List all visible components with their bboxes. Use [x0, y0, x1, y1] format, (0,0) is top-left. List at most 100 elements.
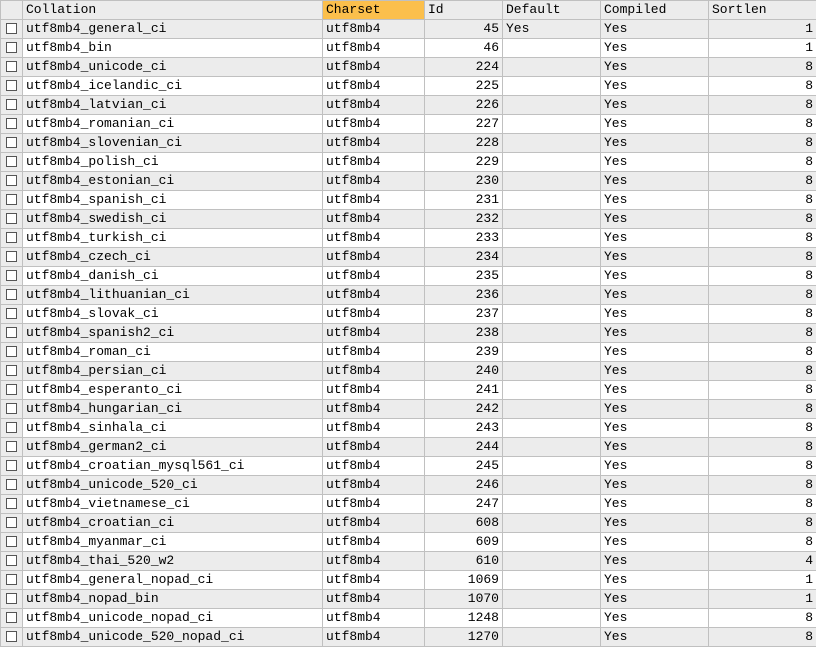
checkbox-icon[interactable]: [6, 498, 17, 509]
row-checkbox[interactable]: [1, 381, 23, 400]
checkbox-icon[interactable]: [6, 536, 17, 547]
row-checkbox[interactable]: [1, 229, 23, 248]
row-checkbox[interactable]: [1, 457, 23, 476]
checkbox-icon[interactable]: [6, 460, 17, 471]
checkbox-icon[interactable]: [6, 289, 17, 300]
header-sortlen[interactable]: Sortlen: [709, 1, 816, 20]
checkbox-icon[interactable]: [6, 308, 17, 319]
table-row[interactable]: utf8mb4_unicode_ciutf8mb4224Yes8: [1, 58, 816, 77]
header-collation[interactable]: Collation: [23, 1, 323, 20]
table-row[interactable]: utf8mb4_persian_ciutf8mb4240Yes8: [1, 362, 816, 381]
row-checkbox[interactable]: [1, 77, 23, 96]
row-checkbox[interactable]: [1, 115, 23, 134]
header-default[interactable]: Default: [503, 1, 601, 20]
checkbox-icon[interactable]: [6, 593, 17, 604]
checkbox-icon[interactable]: [6, 61, 17, 72]
table-row[interactable]: utf8mb4_german2_ciutf8mb4244Yes8: [1, 438, 816, 457]
table-row[interactable]: utf8mb4_slovak_ciutf8mb4237Yes8: [1, 305, 816, 324]
table-row[interactable]: utf8mb4_latvian_ciutf8mb4226Yes8: [1, 96, 816, 115]
table-row[interactable]: utf8mb4_slovenian_ciutf8mb4228Yes8: [1, 134, 816, 153]
table-row[interactable]: utf8mb4_roman_ciutf8mb4239Yes8: [1, 343, 816, 362]
checkbox-icon[interactable]: [6, 156, 17, 167]
row-checkbox[interactable]: [1, 438, 23, 457]
checkbox-icon[interactable]: [6, 80, 17, 91]
table-row[interactable]: utf8mb4_nopad_binutf8mb41070Yes1: [1, 590, 816, 609]
checkbox-icon[interactable]: [6, 422, 17, 433]
checkbox-icon[interactable]: [6, 441, 17, 452]
row-checkbox[interactable]: [1, 191, 23, 210]
row-checkbox[interactable]: [1, 96, 23, 115]
header-charset[interactable]: Charset: [323, 1, 425, 20]
table-row[interactable]: utf8mb4_thai_520_w2utf8mb4610Yes4: [1, 552, 816, 571]
table-row[interactable]: utf8mb4_esperanto_ciutf8mb4241Yes8: [1, 381, 816, 400]
row-checkbox[interactable]: [1, 400, 23, 419]
row-checkbox[interactable]: [1, 305, 23, 324]
row-checkbox[interactable]: [1, 267, 23, 286]
table-row[interactable]: utf8mb4_lithuanian_ciutf8mb4236Yes8: [1, 286, 816, 305]
checkbox-icon[interactable]: [6, 270, 17, 281]
checkbox-icon[interactable]: [6, 612, 17, 623]
checkbox-icon[interactable]: [6, 99, 17, 110]
header-compiled[interactable]: Compiled: [601, 1, 709, 20]
checkbox-icon[interactable]: [6, 118, 17, 129]
table-row[interactable]: utf8mb4_spanish2_ciutf8mb4238Yes8: [1, 324, 816, 343]
checkbox-icon[interactable]: [6, 137, 17, 148]
row-checkbox[interactable]: [1, 609, 23, 628]
table-row[interactable]: utf8mb4_estonian_ciutf8mb4230Yes8: [1, 172, 816, 191]
row-checkbox[interactable]: [1, 153, 23, 172]
row-checkbox[interactable]: [1, 533, 23, 552]
row-checkbox[interactable]: [1, 476, 23, 495]
checkbox-icon[interactable]: [6, 384, 17, 395]
checkbox-icon[interactable]: [6, 175, 17, 186]
table-row[interactable]: utf8mb4_unicode_520_ciutf8mb4246Yes8: [1, 476, 816, 495]
row-checkbox[interactable]: [1, 172, 23, 191]
checkbox-icon[interactable]: [6, 251, 17, 262]
table-row[interactable]: utf8mb4_general_ciutf8mb445YesYes1: [1, 20, 816, 39]
table-row[interactable]: utf8mb4_polish_ciutf8mb4229Yes8: [1, 153, 816, 172]
checkbox-icon[interactable]: [6, 194, 17, 205]
checkbox-icon[interactable]: [6, 232, 17, 243]
row-checkbox[interactable]: [1, 39, 23, 58]
checkbox-icon[interactable]: [6, 403, 17, 414]
checkbox-icon[interactable]: [6, 42, 17, 53]
row-checkbox[interactable]: [1, 590, 23, 609]
row-checkbox[interactable]: [1, 628, 23, 647]
table-row[interactable]: utf8mb4_hungarian_ciutf8mb4242Yes8: [1, 400, 816, 419]
row-checkbox[interactable]: [1, 20, 23, 39]
table-row[interactable]: utf8mb4_swedish_ciutf8mb4232Yes8: [1, 210, 816, 229]
header-checkbox[interactable]: [1, 1, 23, 20]
table-row[interactable]: utf8mb4_myanmar_ciutf8mb4609Yes8: [1, 533, 816, 552]
checkbox-icon[interactable]: [6, 631, 17, 642]
row-checkbox[interactable]: [1, 286, 23, 305]
checkbox-icon[interactable]: [6, 346, 17, 357]
table-row[interactable]: utf8mb4_croatian_ciutf8mb4608Yes8: [1, 514, 816, 533]
row-checkbox[interactable]: [1, 58, 23, 77]
checkbox-icon[interactable]: [6, 517, 17, 528]
row-checkbox[interactable]: [1, 210, 23, 229]
checkbox-icon[interactable]: [6, 574, 17, 585]
table-row[interactable]: utf8mb4_binutf8mb446Yes1: [1, 39, 816, 58]
table-row[interactable]: utf8mb4_unicode_520_nopad_ciutf8mb41270Y…: [1, 628, 816, 647]
checkbox-icon[interactable]: [6, 23, 17, 34]
table-row[interactable]: utf8mb4_turkish_ciutf8mb4233Yes8: [1, 229, 816, 248]
row-checkbox[interactable]: [1, 552, 23, 571]
row-checkbox[interactable]: [1, 248, 23, 267]
row-checkbox[interactable]: [1, 343, 23, 362]
row-checkbox[interactable]: [1, 514, 23, 533]
checkbox-icon[interactable]: [6, 479, 17, 490]
table-row[interactable]: utf8mb4_vietnamese_ciutf8mb4247Yes8: [1, 495, 816, 514]
row-checkbox[interactable]: [1, 571, 23, 590]
checkbox-icon[interactable]: [6, 555, 17, 566]
checkbox-icon[interactable]: [6, 213, 17, 224]
row-checkbox[interactable]: [1, 134, 23, 153]
table-row[interactable]: utf8mb4_danish_ciutf8mb4235Yes8: [1, 267, 816, 286]
table-row[interactable]: utf8mb4_czech_ciutf8mb4234Yes8: [1, 248, 816, 267]
header-id[interactable]: Id: [425, 1, 503, 20]
checkbox-icon[interactable]: [6, 365, 17, 376]
table-row[interactable]: utf8mb4_general_nopad_ciutf8mb41069Yes1: [1, 571, 816, 590]
checkbox-icon[interactable]: [6, 327, 17, 338]
table-row[interactable]: utf8mb4_icelandic_ciutf8mb4225Yes8: [1, 77, 816, 96]
table-row[interactable]: utf8mb4_sinhala_ciutf8mb4243Yes8: [1, 419, 816, 438]
row-checkbox[interactable]: [1, 495, 23, 514]
table-row[interactable]: utf8mb4_croatian_mysql561_ciutf8mb4245Ye…: [1, 457, 816, 476]
